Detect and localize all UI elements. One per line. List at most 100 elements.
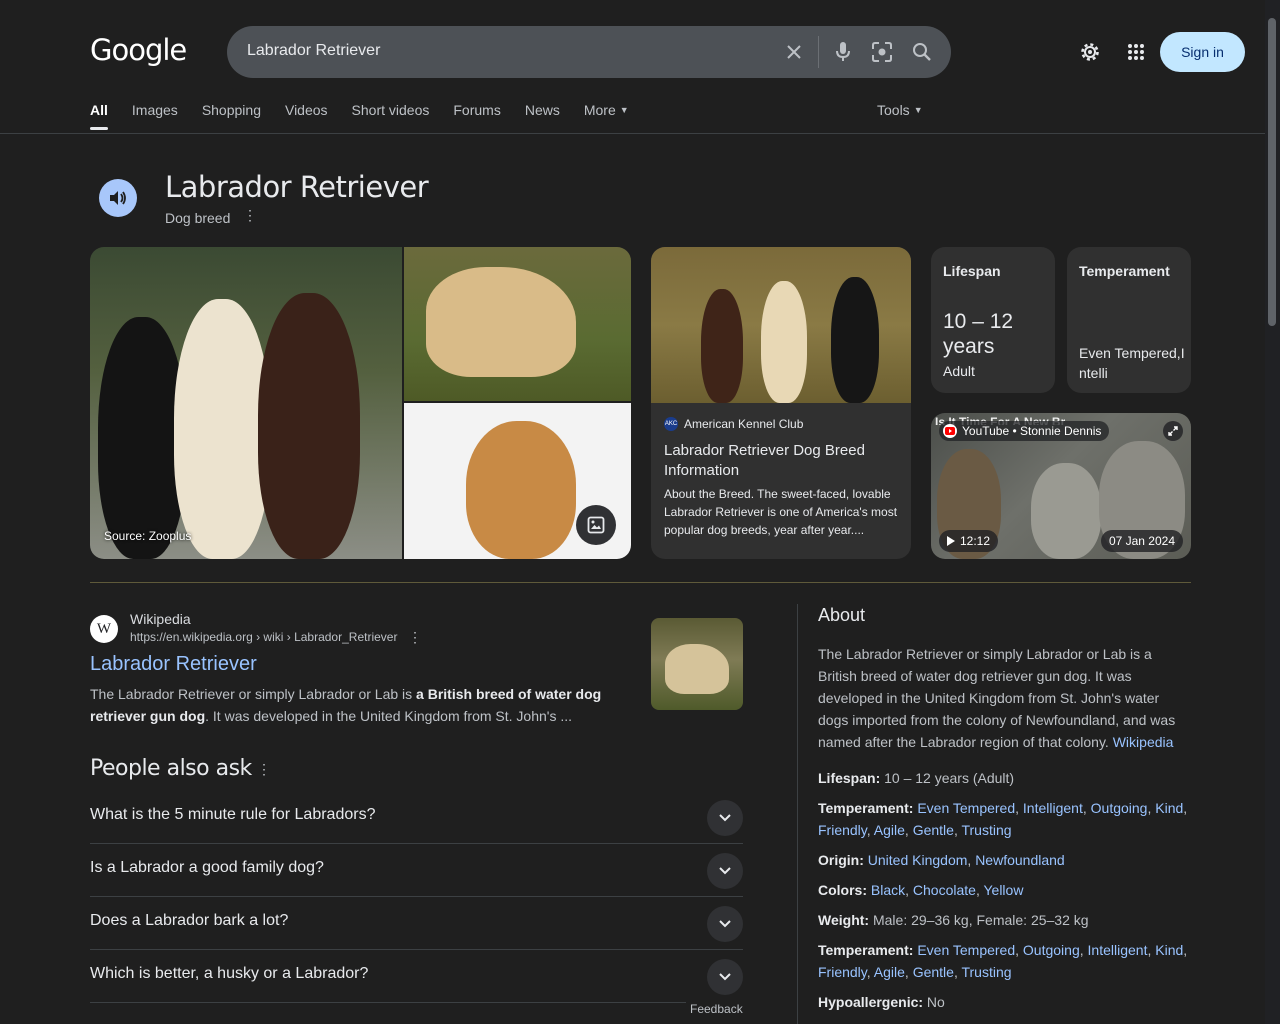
akc-source-name: American Kennel Club (684, 417, 804, 431)
temperament-label: Temperament (1079, 263, 1170, 279)
tools-button[interactable]: Tools ▼ (877, 102, 923, 118)
temperament-link[interactable]: Intelligent (1023, 800, 1083, 816)
akc-source: AKC American Kennel Club (664, 417, 803, 431)
feedback-link[interactable]: Feedback (690, 1002, 743, 1016)
main-dog-image[interactable]: Source: Zooplus (90, 247, 402, 559)
lifespan-card[interactable]: Lifespan 10 – 12 years Adult (931, 247, 1055, 393)
temperament-link[interactable]: Gentle (913, 964, 954, 980)
apps-grid-icon[interactable] (1123, 39, 1149, 65)
temperament-link[interactable]: Agile (874, 822, 905, 838)
temperament-link[interactable]: Even Tempered (917, 800, 1015, 816)
temperament-sub: Even Tempered,Intelli (1079, 345, 1185, 381)
image-source-label: Source: Zooplus (104, 529, 192, 543)
youtube-icon (943, 424, 957, 438)
search-box[interactable]: Labrador Retriever (227, 26, 951, 78)
akc-card-image (651, 247, 911, 403)
temperament-link[interactable]: Friendly (818, 822, 867, 838)
tab-forums[interactable]: Forums (453, 102, 500, 118)
video-duration: 12:12 (939, 530, 999, 552)
paa-question-text: Does a Labrador bark a lot? (90, 912, 289, 929)
paa-question[interactable]: Is a Labrador a good family dog? (90, 844, 743, 897)
result-title-link[interactable]: Labrador Retriever (90, 653, 257, 676)
paa-question[interactable]: Which is better, a husky or a Labrador? (90, 950, 686, 1003)
image-mosaic[interactable]: Source: Zooplus (90, 247, 631, 559)
snippet-text: The Labrador Retriever or simply Labrado… (90, 686, 417, 702)
more-vert-icon[interactable]: ⋮ (408, 629, 422, 646)
chevron-down-icon[interactable] (707, 800, 743, 836)
wikipedia-favicon-icon[interactable]: W (90, 615, 118, 643)
akc-favicon-icon: AKC (664, 417, 678, 431)
result-thumbnail[interactable] (651, 618, 743, 710)
fact-value: 10 – 12 years (Adult) (884, 770, 1015, 786)
color-link[interactable]: Chocolate (913, 882, 976, 898)
temperament-link[interactable]: Trusting (961, 822, 1011, 838)
speaker-icon[interactable] (99, 179, 137, 217)
dog-shape (426, 267, 576, 377)
tab-short-videos[interactable]: Short videos (352, 102, 430, 118)
search-input[interactable]: Labrador Retriever (247, 42, 380, 60)
temperament-link[interactable]: Kind (1155, 800, 1183, 816)
chevron-down-icon[interactable] (707, 853, 743, 889)
temperament-link[interactable]: Friendly (818, 964, 867, 980)
fact-weight: Weight: Male: 29–36 kg, Female: 25–32 kg (818, 909, 1190, 931)
more-vert-icon[interactable]: ⋮ (257, 761, 271, 778)
akc-card[interactable]: AKC American Kennel Club Labrador Retrie… (651, 247, 911, 559)
chevron-down-icon[interactable] (707, 959, 743, 995)
tab-images[interactable]: Images (132, 102, 178, 118)
dog-shape (466, 421, 576, 559)
fact-value: No (926, 994, 945, 1010)
mic-icon[interactable] (830, 39, 856, 65)
lifespan-value: 10 – 12 years (943, 310, 1014, 358)
origin-link[interactable]: United Kingdom (868, 852, 968, 868)
about-source-link[interactable]: Wikipedia (1113, 734, 1174, 750)
clear-icon[interactable] (781, 39, 807, 65)
settings-gear-icon[interactable] (1077, 39, 1103, 65)
tab-more[interactable]: More ▼ (584, 102, 629, 118)
lifespan-sub: Adult (943, 363, 975, 379)
about-description: The Labrador Retriever or simply Labrado… (818, 643, 1188, 753)
color-link[interactable]: Black (871, 882, 905, 898)
tab-shopping[interactable]: Shopping (202, 102, 261, 118)
google-logo[interactable]: Google (90, 33, 187, 67)
temperament-link[interactable]: Intelligent (1088, 942, 1148, 958)
fact-temperament: Temperament: Even Tempered, Intelligent,… (818, 800, 1188, 838)
result-site-name[interactable]: Wikipedia (130, 611, 191, 627)
tab-videos[interactable]: Videos (285, 102, 328, 118)
temperament-card[interactable]: Temperament Even Tempered,Intelli (1067, 247, 1191, 393)
paa-question[interactable]: Does a Labrador bark a lot? (90, 897, 743, 950)
temperament-link[interactable]: Gentle (913, 822, 954, 838)
sign-in-button[interactable]: Sign in (1160, 32, 1245, 72)
search-divider (818, 36, 819, 68)
temperament-link[interactable]: Outgoing (1091, 800, 1148, 816)
temperament-link[interactable]: Trusting (961, 964, 1011, 980)
akc-card-title[interactable]: Labrador Retriever Dog Breed Information (664, 441, 899, 481)
temperament-link[interactable]: Outgoing (1023, 942, 1080, 958)
dog-shape (831, 277, 879, 403)
image-search-icon[interactable] (576, 505, 616, 545)
temperament-link[interactable]: Kind (1155, 942, 1183, 958)
origin-link[interactable]: Newfoundland (975, 852, 1065, 868)
temperament-link[interactable]: Even Tempered (917, 942, 1015, 958)
play-icon (947, 536, 955, 546)
yellow-lab-field-image[interactable] (404, 247, 631, 401)
section-divider (90, 582, 1191, 583)
color-link[interactable]: Yellow (983, 882, 1023, 898)
chevron-down-icon[interactable] (707, 906, 743, 942)
scrollbar-thumb[interactable] (1268, 18, 1276, 326)
fact-value: Male: 29–36 kg, Female: 25–32 kg (872, 912, 1089, 928)
lens-icon[interactable] (869, 39, 895, 65)
paa-question-text: Is a Labrador a good family dog? (90, 859, 324, 876)
fact-hypoallergenic: Hypoallergenic: No (818, 991, 1190, 1013)
result-url[interactable]: https://en.wikipedia.org › wiki › Labrad… (130, 630, 397, 644)
temperament-link[interactable]: Agile (874, 964, 905, 980)
paa-question[interactable]: What is the 5 minute rule for Labradors? (90, 791, 743, 844)
expand-icon[interactable] (1163, 421, 1183, 441)
tab-all[interactable]: All (90, 102, 108, 130)
more-vert-icon[interactable]: ⋮ (243, 207, 257, 224)
search-icon[interactable] (909, 39, 935, 65)
dog-shape (701, 289, 743, 403)
tab-news[interactable]: News (525, 102, 560, 118)
lifespan-label: Lifespan (943, 263, 1001, 279)
akc-card-description: About the Breed. The sweet-faced, lovabl… (664, 487, 898, 537)
video-card[interactable]: Is It Time For A New Breed Standard? You… (931, 413, 1191, 559)
